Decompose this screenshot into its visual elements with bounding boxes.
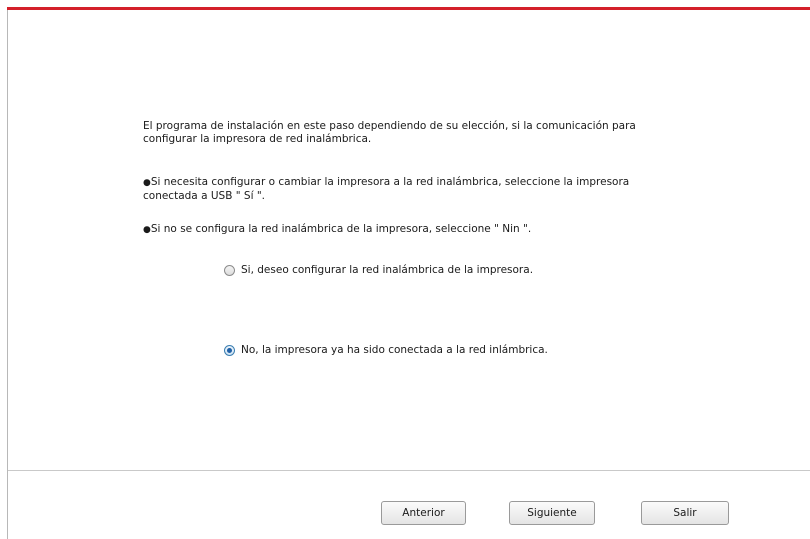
option-configure-wireless[interactable]: Si, deseo configurar la red inalámbrica …	[224, 264, 533, 276]
intro-text: El programa de instalación en este paso …	[143, 120, 636, 145]
option-already-connected[interactable]: No, la impresora ya ha sido conectada a …	[224, 344, 548, 356]
back-button[interactable]: Anterior	[381, 501, 466, 525]
exit-button[interactable]: Salir	[641, 501, 729, 525]
bullet-icon: ●	[143, 225, 151, 235]
option-configure-wireless-label[interactable]: Si, deseo configurar la red inalámbrica …	[241, 264, 533, 276]
bullet-icon: ●	[143, 178, 151, 188]
bullet-yes-text: ●Si necesita configurar o cambiar la imp…	[143, 176, 663, 203]
radio-unchecked-icon[interactable]	[224, 264, 235, 276]
installer-window: El programa de instalación en este paso …	[0, 0, 810, 539]
window-left-border	[7, 10, 8, 539]
bullet-yes-label: Si necesita configurar o cambiar la impr…	[143, 176, 630, 202]
header-accent-bar	[7, 7, 810, 10]
footer-divider	[8, 470, 810, 471]
option-already-connected-label[interactable]: No, la impresora ya ha sido conectada a …	[241, 344, 548, 356]
next-button[interactable]: Siguiente	[509, 501, 595, 525]
bullet-no-label: Si no se configura la red inalámbrica de…	[150, 223, 532, 235]
radio-checked-icon[interactable]	[224, 344, 235, 356]
bullet-no-text: ●Si no se configura la red inalámbrica d…	[143, 223, 663, 237]
